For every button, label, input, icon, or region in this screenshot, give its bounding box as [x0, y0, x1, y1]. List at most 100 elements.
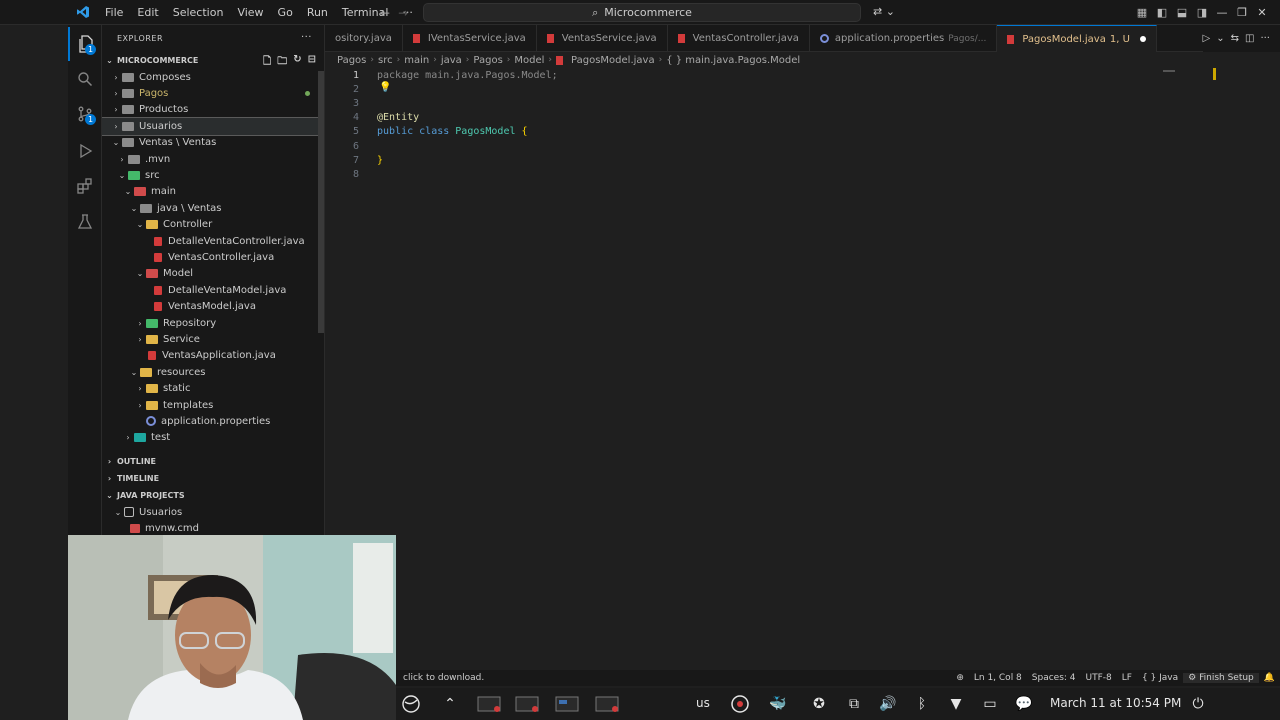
- taskbar-window-1[interactable]: [476, 693, 502, 715]
- testing-icon[interactable]: [68, 205, 102, 239]
- workspace-section-header[interactable]: ⌄ MICROCOMMERCE 🗋 🗀 ↻ ⊟: [102, 52, 324, 69]
- tree-item[interactable]: › Service: [102, 331, 324, 347]
- menu-item[interactable]: View: [230, 0, 270, 25]
- screen-share-icon[interactable]: ⧉: [844, 693, 864, 715]
- menu-item[interactable]: Selection: [166, 0, 231, 25]
- accessibility-icon[interactable]: ✪: [809, 693, 829, 715]
- breadcrumb-item[interactable]: Pagos: [337, 55, 366, 66]
- battery-icon[interactable]: ▭: [980, 693, 1000, 715]
- tree-item[interactable]: DetalleVentaModel.java: [102, 282, 324, 298]
- power-icon[interactable]: ⏻: [1188, 693, 1208, 715]
- tree-item[interactable]: › Repository: [102, 315, 324, 331]
- tree-item[interactable]: › Usuarios: [102, 117, 324, 136]
- taskbar-window-4[interactable]: [594, 693, 620, 715]
- command-center[interactable]: ⌕ Microcommerce: [423, 3, 861, 22]
- breadcrumb-item[interactable]: { } main.java.Pagos.Model: [666, 55, 800, 66]
- tree-item[interactable]: VentasController.java: [102, 249, 324, 265]
- close-icon[interactable]: ✕: [1252, 0, 1272, 25]
- tree-item[interactable]: VentasApplication.java: [102, 348, 324, 364]
- menu-item[interactable]: File: [98, 0, 130, 25]
- timeline-section-header[interactable]: › TIMELINE: [102, 470, 324, 487]
- breadcrumb-item[interactable]: Pagos: [473, 55, 502, 66]
- chevron-down-icon[interactable]: ⌄: [1216, 33, 1224, 44]
- tree-item[interactable]: › Productos: [102, 102, 324, 118]
- tree-item[interactable]: › templates: [102, 397, 324, 413]
- breadcrumb-item[interactable]: java: [441, 55, 462, 66]
- end-of-line[interactable]: LF: [1117, 673, 1137, 683]
- bluetooth-icon[interactable]: ᛒ: [912, 693, 932, 715]
- more-actions-icon[interactable]: ···: [301, 32, 312, 43]
- app-launcher-icon[interactable]: [400, 693, 422, 715]
- chevron-up-icon[interactable]: ⌃: [440, 693, 460, 715]
- tree-item[interactable]: › .mvn: [102, 151, 324, 167]
- editor-tab[interactable]: IVentasService.java: [403, 25, 537, 52]
- toggle-panel-icon[interactable]: ⬓: [1172, 0, 1192, 25]
- indentation[interactable]: Spaces: 4: [1027, 673, 1081, 683]
- sidebar-scrollbar[interactable]: [318, 71, 324, 333]
- editor-tab[interactable]: ository.java: [325, 25, 403, 52]
- copilot-icon[interactable]: ⇄ ⌄: [873, 5, 895, 18]
- tree-item[interactable]: application.properties: [102, 413, 324, 429]
- more-actions-icon[interactable]: ···: [1260, 33, 1270, 44]
- search-icon[interactable]: [68, 62, 102, 96]
- tree-item[interactable]: › test: [102, 430, 324, 446]
- breadcrumb-item[interactable]: Model: [514, 55, 544, 66]
- breadcrumb-item[interactable]: src: [378, 55, 393, 66]
- run-icon[interactable]: ▷: [1203, 33, 1211, 44]
- java-projects-section-header[interactable]: ⌄ JAVA PROJECTS: [102, 487, 324, 504]
- outline-section-header[interactable]: › OUTLINE: [102, 453, 324, 470]
- breadcrumb-item[interactable]: main: [404, 55, 429, 66]
- tree-item[interactable]: ⌄ java \ Ventas: [102, 200, 324, 216]
- back-arrow-icon[interactable]: ←: [380, 6, 390, 20]
- taskbar-window-3[interactable]: [554, 693, 580, 715]
- docker-icon[interactable]: 🐳: [768, 693, 788, 715]
- restore-icon[interactable]: ❐: [1232, 0, 1252, 25]
- toggle-primary-sidebar-icon[interactable]: ◧: [1152, 0, 1172, 25]
- clock[interactable]: March 11 at 10:54 PM: [1050, 696, 1181, 710]
- menu-item[interactable]: Run: [300, 0, 335, 25]
- tree-item[interactable]: ⌄ main: [102, 184, 324, 200]
- cursor-position[interactable]: Ln 1, Col 8: [969, 673, 1027, 683]
- chat-icon[interactable]: 💬: [1014, 693, 1034, 715]
- extensions-icon[interactable]: [68, 169, 102, 203]
- tree-item[interactable]: › static: [102, 380, 324, 396]
- volume-icon[interactable]: 🔊: [878, 693, 898, 715]
- editor-tab[interactable]: VentasService.java: [537, 25, 668, 52]
- forward-arrow-icon[interactable]: →: [398, 6, 408, 20]
- minimize-icon[interactable]: —: [1212, 0, 1232, 25]
- tree-item[interactable]: › Pagos: [102, 85, 324, 101]
- zoom-icon[interactable]: ⊕: [951, 673, 969, 683]
- tree-item[interactable]: DetalleVentaController.java: [102, 233, 324, 249]
- editor-tab[interactable]: VentasController.java: [668, 25, 810, 52]
- obs-icon[interactable]: [730, 693, 750, 715]
- lightbulb-icon[interactable]: 💡: [379, 82, 391, 93]
- explorer-icon[interactable]: 1: [68, 27, 102, 61]
- tree-item[interactable]: VentasModel.java: [102, 298, 324, 314]
- menu-item[interactable]: Go: [271, 0, 300, 25]
- split-editor-icon[interactable]: ◫: [1245, 33, 1254, 44]
- taskbar-window-2[interactable]: [514, 693, 540, 715]
- editor-tab[interactable]: PagosModel.java 1, U: [997, 25, 1157, 52]
- java-project-item[interactable]: ⌄ Usuarios: [102, 504, 324, 520]
- unsaved-dot-icon[interactable]: [1139, 36, 1146, 42]
- run-debug-icon[interactable]: [68, 134, 102, 168]
- finish-setup-button[interactable]: ⚙ Finish Setup: [1183, 673, 1259, 683]
- customize-layout-icon[interactable]: ▦: [1132, 0, 1152, 25]
- tree-item[interactable]: ⌄ Controller: [102, 217, 324, 233]
- breadcrumb-item[interactable]: PagosModel.java: [571, 55, 655, 66]
- language-mode[interactable]: { } Java: [1137, 673, 1183, 683]
- notifications-icon[interactable]: 🔔: [1259, 673, 1280, 683]
- compare-icon[interactable]: ⇆: [1231, 33, 1239, 44]
- keyboard-layout[interactable]: us: [696, 696, 710, 710]
- tree-item[interactable]: ⌄ Model: [102, 266, 324, 282]
- editor-tab[interactable]: application.properties Pagos/...: [810, 25, 998, 52]
- tree-item[interactable]: ⌄ resources: [102, 364, 324, 380]
- source-control-icon[interactable]: 1: [68, 97, 102, 131]
- code-editor[interactable]: 💡 1 package main.java.Pagos.Model; 2 3 4 @Ent…: [325, 68, 1280, 668]
- encoding[interactable]: UTF-8: [1081, 673, 1117, 683]
- tree-item[interactable]: ⌄ Ventas \ Ventas: [102, 135, 324, 151]
- tree-item[interactable]: ⌄ src: [102, 167, 324, 183]
- tree-item[interactable]: › Composes: [102, 69, 324, 85]
- toggle-secondary-sidebar-icon[interactable]: ◨: [1192, 0, 1212, 25]
- wifi-icon[interactable]: ▼: [946, 693, 966, 715]
